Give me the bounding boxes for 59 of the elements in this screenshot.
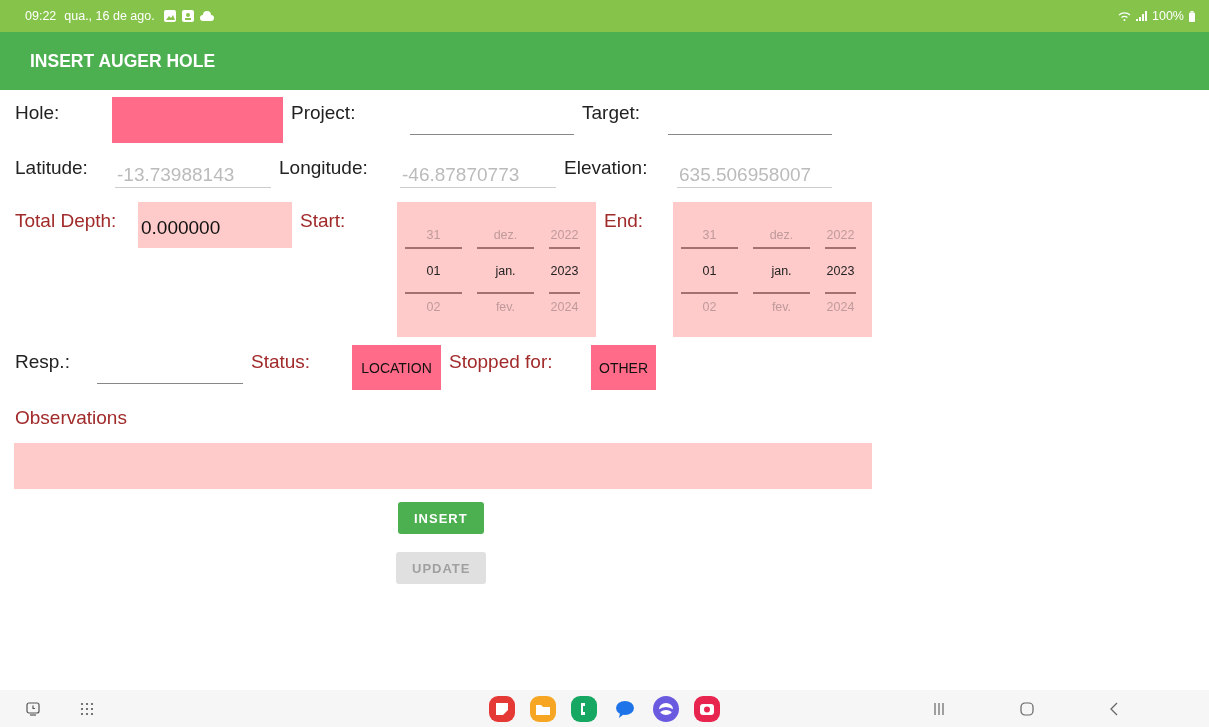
picker-value[interactable]: jan.: [477, 249, 534, 294]
app-icon[interactable]: [489, 695, 515, 722]
field-label: Total Depth:: [15, 209, 117, 232]
apps-grid-icon[interactable]: [80, 701, 94, 716]
field-label: End:: [603, 209, 644, 232]
picker-value[interactable]: 01: [681, 249, 738, 294]
picker-value[interactable]: 2023: [825, 249, 856, 294]
status-date: qua., 16 de ago.: [64, 9, 155, 23]
picker-value[interactable]: fev.: [477, 294, 534, 320]
home-icon[interactable]: [1020, 701, 1034, 716]
picker-value[interactable]: dez.: [477, 222, 534, 249]
field-label: Elevation:: [563, 156, 648, 179]
picker-value[interactable]: 2023: [549, 249, 580, 294]
signal-icon: [1136, 11, 1147, 21]
portrait-icon: [181, 10, 194, 22]
field-label: Project:: [290, 101, 356, 124]
clock-time: 09:22: [25, 9, 57, 23]
input-field[interactable]: [14, 443, 872, 489]
field-label: Longitude:: [278, 156, 368, 179]
picker-value[interactable]: 31: [681, 222, 738, 249]
recent-apps-icon[interactable]: [933, 701, 945, 716]
picker-value[interactable]: 02: [405, 294, 462, 320]
input-field[interactable]: -13.73988143: [115, 150, 271, 188]
dropdown[interactable]: LOCATION: [352, 345, 441, 390]
field-label: Latitude:: [15, 156, 88, 179]
input-field[interactable]: 635.506958007: [677, 150, 832, 188]
field-label: Stopped for:: [448, 350, 553, 373]
battery-percentage: 100%: [1152, 9, 1184, 23]
input-field[interactable]: 0.000000: [138, 202, 292, 248]
picker-value[interactable]: 2022: [549, 222, 580, 249]
picker-value[interactable]: 31: [405, 222, 462, 249]
field-label: Observations: [15, 406, 127, 429]
picker-value[interactable]: fev.: [753, 294, 810, 320]
field-label: Start:: [299, 209, 346, 232]
picker-value[interactable]: 2024: [825, 294, 856, 320]
field-label: Resp.:: [15, 350, 70, 373]
action-button[interactable]: INSERT: [398, 502, 484, 534]
input-field[interactable]: -46.87870773: [400, 150, 556, 188]
field-label: Status:: [250, 350, 311, 373]
field-label: Hole:: [15, 101, 60, 124]
camera-icon[interactable]: [694, 695, 720, 722]
dropdown[interactable]: OTHER: [591, 345, 656, 390]
picker-value[interactable]: jan.: [753, 249, 810, 294]
input-field[interactable]: [112, 97, 283, 143]
picker-value[interactable]: 02: [681, 294, 738, 320]
image-icon: [163, 10, 176, 22]
picker-value[interactable]: 2024: [549, 294, 580, 320]
battery-icon: [1189, 10, 1195, 22]
date-picker[interactable]: 31 01 02 dez. jan. fev. 2022 2023 2024: [673, 202, 872, 337]
app-title: INSERT AUGER HOLE: [30, 50, 216, 72]
field-label: Target:: [581, 101, 641, 124]
back-icon[interactable]: [1109, 701, 1119, 716]
picker-value[interactable]: 01: [405, 249, 462, 294]
date-picker[interactable]: 31 01 02 dez. jan. fev. 2022 2023 2024: [397, 202, 596, 337]
wifi-icon: [1118, 11, 1131, 21]
screen-icon[interactable]: [26, 701, 40, 716]
picker-value[interactable]: dez.: [753, 222, 810, 249]
picker-value[interactable]: 2022: [825, 222, 856, 249]
cloud-icon: [199, 11, 214, 21]
